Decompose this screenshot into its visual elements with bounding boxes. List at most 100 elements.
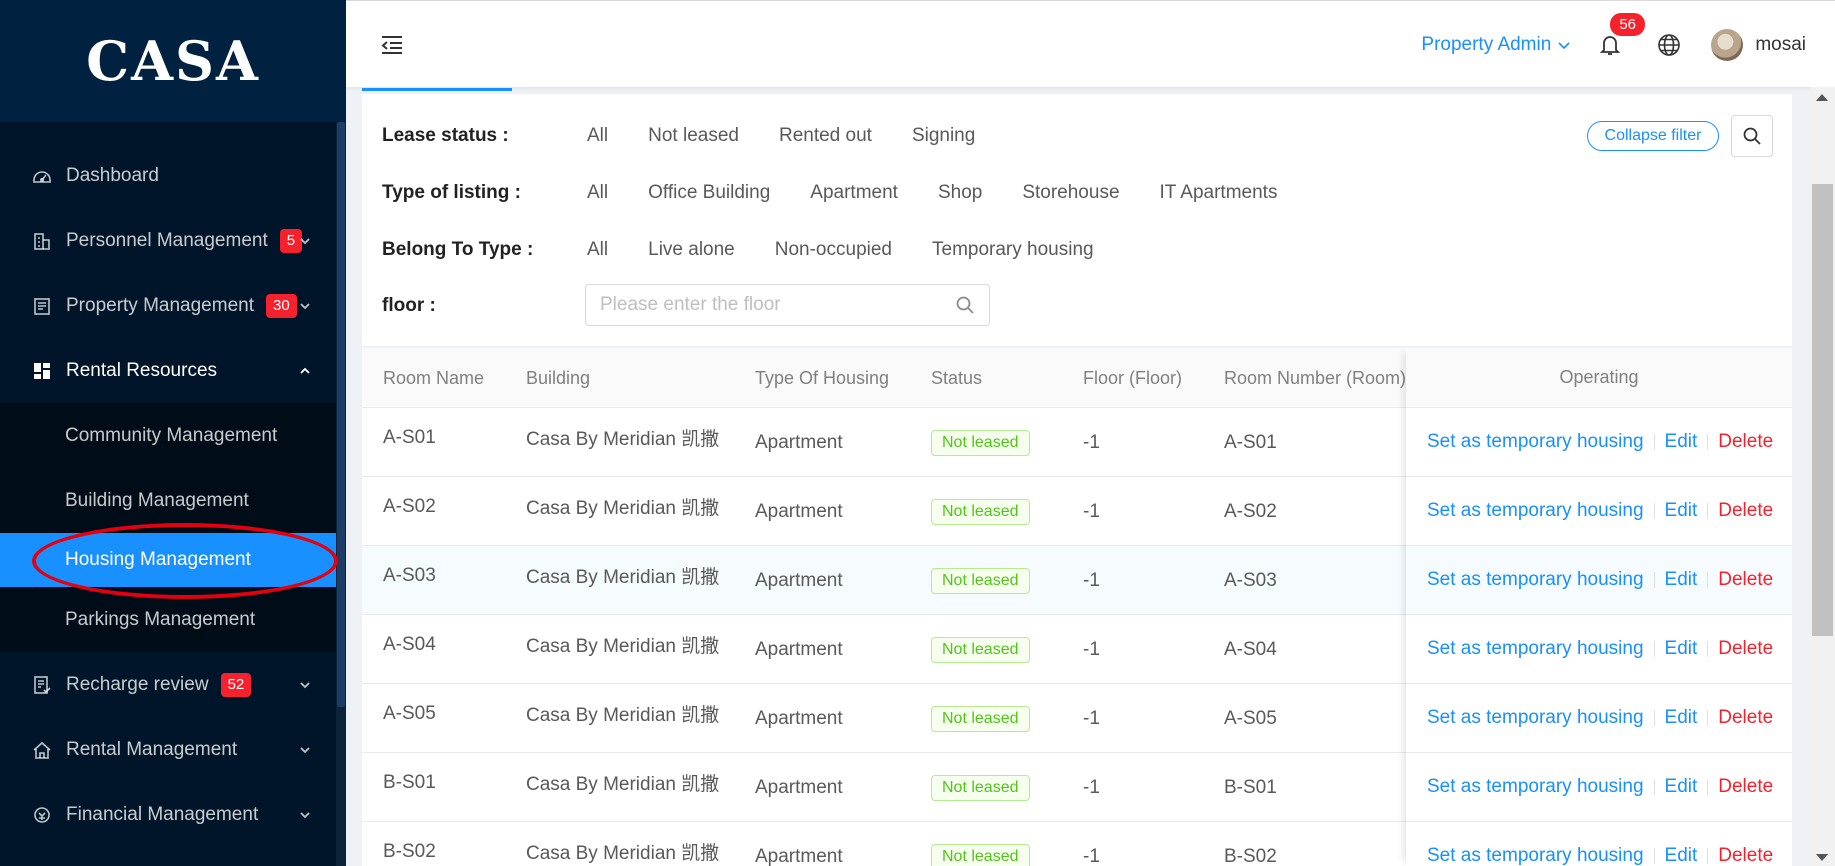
chevron-down-icon bbox=[300, 746, 310, 753]
column-header-building: Building bbox=[526, 367, 591, 388]
separator bbox=[1707, 710, 1709, 726]
house-icon bbox=[32, 740, 52, 760]
sidebar-item-dashboard[interactable]: Dashboard bbox=[0, 143, 336, 208]
floor-value: -1 bbox=[1083, 569, 1100, 591]
separator bbox=[1707, 503, 1709, 519]
count-badge: 52 bbox=[220, 672, 252, 697]
delete-link[interactable]: Delete bbox=[1718, 776, 1773, 798]
column-header-status: Status bbox=[931, 367, 983, 388]
separator bbox=[1653, 434, 1655, 450]
room-number: B-S02 bbox=[1224, 845, 1277, 866]
room-number: A-S04 bbox=[1224, 638, 1277, 660]
room-name: B-S02 bbox=[383, 840, 436, 862]
sidebar-item-label: Property Management bbox=[66, 294, 254, 316]
filter-option-non-occupied[interactable]: Non-occupied bbox=[775, 239, 892, 261]
separator bbox=[1653, 779, 1655, 795]
filter-option-shop[interactable]: Shop bbox=[938, 182, 982, 204]
delete-link[interactable]: Delete bbox=[1718, 500, 1773, 522]
collapse-filter-button[interactable]: Collapse filter bbox=[1587, 121, 1719, 151]
edit-link[interactable]: Edit bbox=[1665, 638, 1698, 660]
filter-option-all[interactable]: All bbox=[587, 125, 608, 147]
role-dropdown[interactable]: Property Admin bbox=[1421, 34, 1571, 56]
set-temporary-housing-link[interactable]: Set as temporary housing bbox=[1427, 845, 1644, 866]
sidebar-item-building-management[interactable]: Building Management bbox=[0, 468, 336, 533]
sidebar-item-label: Building Management bbox=[65, 489, 249, 511]
filter-option-rented-out[interactable]: Rented out bbox=[779, 125, 872, 147]
building-name: Casa By Meridian 凯撒 bbox=[526, 567, 720, 588]
sidebar-item-personnel-management[interactable]: Personnel Management 5 bbox=[0, 208, 336, 273]
edit-link[interactable]: Edit bbox=[1665, 845, 1698, 866]
scroll-down-arrow-icon[interactable] bbox=[1816, 854, 1828, 861]
housing-type: Apartment bbox=[755, 431, 843, 453]
row-actions: Set as temporary housing Edit Delete bbox=[1406, 615, 1792, 684]
set-temporary-housing-link[interactable]: Set as temporary housing bbox=[1427, 500, 1644, 522]
set-temporary-housing-link[interactable]: Set as temporary housing bbox=[1427, 638, 1644, 660]
search-button[interactable] bbox=[1731, 115, 1773, 157]
housing-type: Apartment bbox=[755, 569, 843, 591]
edit-link[interactable]: Edit bbox=[1665, 776, 1698, 798]
edit-link[interactable]: Edit bbox=[1665, 500, 1698, 522]
sidebar: CASA Dashboard Personnel Management 5 Pr… bbox=[0, 0, 346, 866]
row-actions: Set as temporary housing Edit Delete bbox=[1406, 753, 1792, 822]
page-scroll-thumb[interactable] bbox=[1812, 184, 1833, 636]
delete-link[interactable]: Delete bbox=[1718, 569, 1773, 591]
globe-icon[interactable] bbox=[1657, 33, 1681, 57]
delete-link[interactable]: Delete bbox=[1718, 845, 1773, 866]
sidebar-item-community-management[interactable]: Community Management bbox=[0, 403, 336, 468]
filter-option-not-leased[interactable]: Not leased bbox=[648, 125, 739, 147]
set-temporary-housing-link[interactable]: Set as temporary housing bbox=[1427, 776, 1644, 798]
search-icon[interactable] bbox=[955, 295, 975, 315]
active-tab-indicator bbox=[362, 88, 512, 91]
delete-link[interactable]: Delete bbox=[1718, 707, 1773, 729]
status-cell: Not leased bbox=[931, 615, 1030, 684]
filter-panel: Lease status : All Not leased Rented out… bbox=[362, 94, 1792, 346]
set-temporary-housing-link[interactable]: Set as temporary housing bbox=[1427, 569, 1644, 591]
sidebar-item-parkings-management[interactable]: Parkings Management bbox=[0, 587, 336, 652]
sidebar-item-recharge-review[interactable]: Recharge review 52 bbox=[0, 652, 336, 717]
search-icon bbox=[1743, 127, 1761, 145]
menu-fold-icon[interactable] bbox=[378, 31, 406, 59]
building-name: Casa By Meridian 凯撒 bbox=[526, 843, 720, 864]
sidebar-item-rental-resources[interactable]: Rental Resources bbox=[0, 338, 336, 403]
filter-option-signing[interactable]: Signing bbox=[912, 125, 975, 147]
delete-link[interactable]: Delete bbox=[1718, 638, 1773, 660]
filter-option-apartment[interactable]: Apartment bbox=[810, 182, 898, 204]
row-actions: Set as temporary housing Edit Delete bbox=[1406, 822, 1792, 866]
username[interactable]: mosai bbox=[1755, 34, 1806, 56]
edit-link[interactable]: Edit bbox=[1665, 569, 1698, 591]
finance-icon bbox=[32, 805, 52, 825]
delete-link[interactable]: Delete bbox=[1718, 431, 1773, 453]
set-temporary-housing-link[interactable]: Set as temporary housing bbox=[1427, 431, 1644, 453]
room-number: B-S01 bbox=[1224, 776, 1277, 798]
belong-to-filter: Belong To Type : All Live alone Non-occu… bbox=[382, 235, 1134, 265]
header-actions: Property Admin 56 mosai bbox=[1421, 1, 1835, 88]
floor-input[interactable] bbox=[600, 294, 955, 316]
set-temporary-housing-link[interactable]: Set as temporary housing bbox=[1427, 707, 1644, 729]
filter-option-all[interactable]: All bbox=[587, 182, 608, 204]
floor-search-field[interactable] bbox=[585, 284, 990, 326]
column-header-room-name: Room Name bbox=[383, 367, 485, 388]
sidebar-item-housing-management[interactable]: Housing Management bbox=[0, 533, 336, 587]
filter-option-office-building[interactable]: Office Building bbox=[648, 182, 770, 204]
separator bbox=[1653, 710, 1655, 726]
sidebar-scroll-thumb[interactable] bbox=[337, 122, 345, 707]
sidebar-item-financial-management[interactable]: Financial Management bbox=[0, 782, 336, 847]
notification-button[interactable]: 56 bbox=[1597, 11, 1646, 58]
edit-link[interactable]: Edit bbox=[1665, 431, 1698, 453]
sidebar-item-property-management[interactable]: Property Management 30 bbox=[0, 273, 336, 338]
filter-option-storehouse[interactable]: Storehouse bbox=[1022, 182, 1119, 204]
filter-option-it-apartments[interactable]: IT Apartments bbox=[1160, 182, 1278, 204]
status-cell: Not leased bbox=[931, 684, 1030, 753]
lease-status-filter: Lease status : All Not leased Rented out… bbox=[382, 121, 1015, 151]
floor-value: -1 bbox=[1083, 776, 1100, 798]
scroll-up-arrow-icon[interactable] bbox=[1816, 94, 1828, 101]
floor-filter: floor : bbox=[382, 291, 587, 321]
edit-link[interactable]: Edit bbox=[1665, 707, 1698, 729]
filter-option-live-alone[interactable]: Live alone bbox=[648, 239, 735, 261]
sidebar-item-label: Community Management bbox=[65, 424, 278, 446]
sidebar-item-rental-management[interactable]: Rental Management bbox=[0, 717, 336, 782]
avatar[interactable] bbox=[1711, 28, 1744, 61]
row-actions: Set as temporary housing Edit Delete bbox=[1406, 684, 1792, 753]
filter-option-temporary-housing[interactable]: Temporary housing bbox=[932, 239, 1094, 261]
filter-option-all[interactable]: All bbox=[587, 239, 608, 261]
